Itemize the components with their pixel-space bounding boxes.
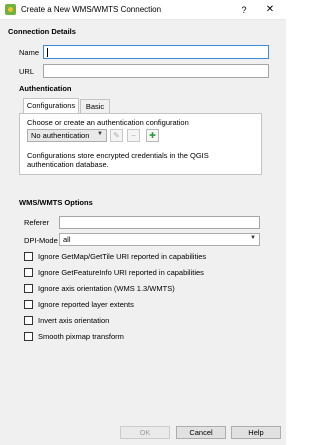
url-field[interactable] — [43, 64, 269, 78]
checkbox-box[interactable] — [24, 268, 33, 277]
authentication-heading: Authentication — [19, 84, 72, 93]
chevron-down-icon: ▼ — [97, 131, 103, 137]
title-bar: Create a New WMS/WMTS Connection ? ✕ — [0, 0, 286, 20]
ok-button[interactable]: OK — [120, 426, 170, 439]
connection-details-heading: Connection Details — [8, 27, 76, 36]
auth-info-text: Configurations store encrypted credentia… — [27, 151, 209, 169]
text-caret — [47, 48, 48, 57]
checkbox-label: Smooth pixmap transform — [38, 332, 124, 341]
help-button[interactable]: Help — [231, 426, 281, 439]
edit-config-button[interactable]: ✎ — [110, 129, 123, 142]
add-icon: ✚ — [149, 131, 156, 140]
minus-icon: − — [131, 131, 136, 140]
pencil-icon: ✎ — [113, 131, 120, 140]
auth-config-select[interactable]: No authentication ▼ — [27, 129, 107, 142]
referer-field[interactable] — [59, 216, 260, 229]
url-label: URL — [19, 67, 35, 76]
tab-configurations[interactable]: Configurations — [23, 98, 79, 114]
choose-config-label: Choose or create an authentication confi… — [27, 118, 189, 127]
dpi-mode-label: DPI-Mode — [24, 236, 58, 245]
checkbox-label: Ignore GetFeatureInfo URI reported in ca… — [38, 268, 204, 277]
checkbox-box[interactable] — [24, 300, 33, 309]
checkbox-box[interactable] — [24, 316, 33, 325]
wms-options-heading: WMS/WMTS Options — [19, 198, 93, 207]
name-label: Name — [19, 48, 40, 57]
cancel-button[interactable]: Cancel — [176, 426, 226, 439]
checkbox-box[interactable] — [24, 332, 33, 341]
checkbox-label: Ignore axis orientation (WMS 1.3/WMTS) — [38, 284, 175, 293]
auth-config-value: No authentication — [31, 131, 90, 140]
checkbox-label: Ignore reported layer extents — [38, 300, 134, 309]
close-button[interactable]: ✕ — [261, 3, 279, 17]
checkbox-box[interactable] — [24, 284, 33, 293]
dpi-mode-value: all — [63, 235, 71, 244]
checkbox-box[interactable] — [24, 252, 33, 261]
tab-basic[interactable]: Basic — [80, 99, 110, 114]
dialog-body: Connection Details Name URL Authenticati… — [0, 20, 286, 445]
checkbox-label: Invert axis orientation — [38, 316, 110, 325]
referer-label: Referer — [24, 218, 50, 227]
checkbox-label: Ignore GetMap/GetTile URI reported in ca… — [38, 252, 207, 261]
help-titlebar-button[interactable]: ? — [235, 3, 253, 17]
qgis-logo-icon — [5, 4, 16, 15]
add-config-button[interactable]: ✚ — [146, 129, 159, 142]
chevron-down-icon: ▼ — [250, 235, 256, 241]
remove-config-button[interactable]: − — [127, 129, 140, 142]
window-title: Create a New WMS/WMTS Connection — [21, 5, 162, 14]
name-field[interactable] — [43, 45, 269, 59]
dpi-mode-select[interactable]: all ▼ — [59, 233, 260, 246]
